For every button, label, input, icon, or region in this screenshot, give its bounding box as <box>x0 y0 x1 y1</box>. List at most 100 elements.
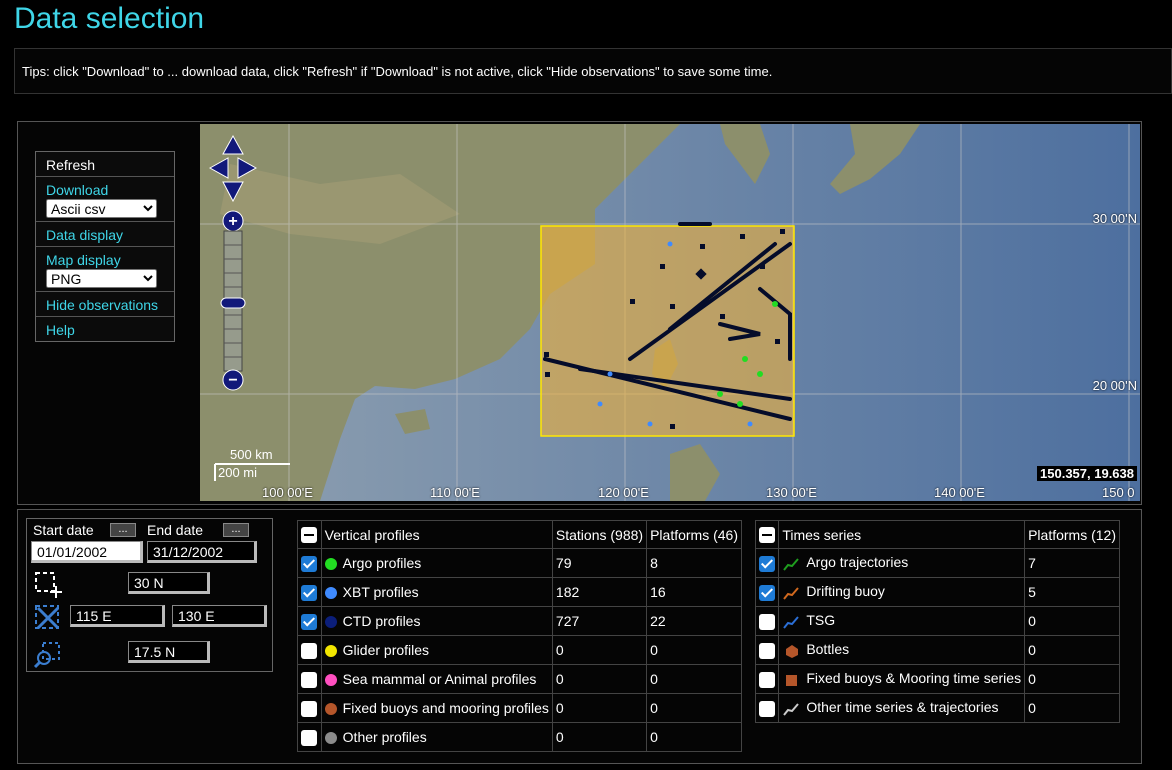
west-bound-input[interactable]: 115 E <box>70 605 165 627</box>
row-label: Fixed buoys & Mooring time series <box>806 670 1022 687</box>
station-marker <box>670 424 675 429</box>
argo-trajectory-icon <box>783 557 800 571</box>
platforms-count: 0 <box>646 664 742 694</box>
lon-label-130: 130 00'E <box>766 485 817 500</box>
row-checkbox[interactable] <box>759 700 776 717</box>
lat-label-20: 20 00'N <box>1092 378 1137 393</box>
lon-label-150: 150 0 <box>1102 485 1135 500</box>
station-marker <box>630 299 635 304</box>
row-label: Other profiles <box>342 729 427 745</box>
map-view[interactable]: + − 500 km 200 mi 30 00'N 20 00'N 100 00… <box>200 124 1140 501</box>
platforms-count: 8 <box>646 548 742 578</box>
svg-text:−: − <box>228 372 237 389</box>
station-marker <box>780 229 785 234</box>
xbt-marker <box>607 371 613 377</box>
platforms-count: 0 <box>1024 635 1120 665</box>
profile-type-dot-icon <box>324 732 337 745</box>
profile-type-dot-icon <box>324 616 337 629</box>
stations-count: 0 <box>551 693 648 723</box>
lon-label-100: 100 00'E <box>262 485 313 500</box>
north-bound-input[interactable]: 30 N <box>128 572 210 594</box>
map-display-button[interactable]: Map display <box>46 252 164 268</box>
station-marker <box>660 264 665 269</box>
zoom-to-area-icon[interactable] <box>33 640 63 670</box>
row-checkbox[interactable] <box>759 613 776 630</box>
profile-type-dot-icon <box>324 645 337 658</box>
row-checkbox[interactable] <box>759 642 776 659</box>
east-bound-input[interactable]: 130 E <box>172 605 267 627</box>
row-checkbox[interactable] <box>301 729 318 746</box>
stations-count: 727 <box>551 606 648 636</box>
end-date-input[interactable]: 31/12/2002 <box>147 541 257 563</box>
svg-text:+: + <box>228 213 237 230</box>
map-menu: Refresh Download Ascii csv Data display … <box>35 151 175 342</box>
timeseries-select-all-checkbox[interactable] <box>759 527 776 544</box>
row-checkbox[interactable] <box>301 700 318 717</box>
map-canvas[interactable]: + − <box>200 124 1140 501</box>
page-title: Data selection <box>14 2 205 35</box>
station-marker <box>775 339 780 344</box>
table-row: TSG 0 <box>754 606 1120 636</box>
platforms-count: 0 <box>646 635 742 665</box>
vertical-select-all-checkbox[interactable] <box>301 527 318 544</box>
platforms-count: 0 <box>1024 664 1120 694</box>
profile-type-dot-icon <box>324 703 337 716</box>
table-row: Fixed buoys and mooring profiles 0 0 <box>297 693 742 723</box>
select-area-icon[interactable] <box>33 570 63 600</box>
platforms-count: 5 <box>1024 577 1120 607</box>
stations-count: 0 <box>551 722 648 752</box>
south-bound-input[interactable]: 17.5 N <box>128 641 210 663</box>
end-date-picker-button[interactable]: ... <box>223 523 249 537</box>
argo-marker <box>742 356 748 362</box>
platforms-count: 0 <box>1024 693 1120 723</box>
row-label: Sea mammal or Animal profiles <box>342 671 537 687</box>
lat-label-30: 30 00'N <box>1092 211 1137 226</box>
profile-type-dot-icon <box>324 674 337 687</box>
argo-marker <box>737 401 743 407</box>
mooring-icon <box>786 674 798 686</box>
row-checkbox[interactable] <box>301 555 318 572</box>
refresh-button[interactable]: Refresh <box>36 152 174 177</box>
row-checkbox[interactable] <box>759 555 776 572</box>
profile-type-dot-icon <box>324 558 337 571</box>
drifting-buoy-icon <box>783 586 800 600</box>
table-row: Other time series & trajectories 0 <box>754 693 1120 723</box>
stations-count: 79 <box>551 548 648 578</box>
download-button[interactable]: Download <box>46 182 164 198</box>
lon-label-140: 140 00'E <box>934 485 985 500</box>
start-date-picker-button[interactable]: ... <box>110 523 136 537</box>
row-checkbox[interactable] <box>301 613 318 630</box>
help-button[interactable]: Help <box>36 317 174 341</box>
row-checkbox[interactable] <box>301 671 318 688</box>
table-row: Fixed buoys & Mooring time series 0 <box>754 664 1120 694</box>
platforms-count: 0 <box>646 693 742 723</box>
row-label: Glider profiles <box>342 642 430 658</box>
zoom-slider-handle <box>220 297 246 309</box>
stations-count: 0 <box>551 664 648 694</box>
clear-area-icon[interactable] <box>33 603 63 633</box>
xbt-marker <box>747 421 753 427</box>
start-date-input[interactable]: 01/01/2002 <box>31 541 143 563</box>
stations-header: Stations (988) <box>551 520 648 549</box>
platforms-count: 0 <box>1024 606 1120 636</box>
row-checkbox[interactable] <box>759 671 776 688</box>
row-checkbox[interactable] <box>301 584 318 601</box>
stations-count: 0 <box>551 635 648 665</box>
vertical-profiles-table: Vertical profiles Stations (988) Platfor… <box>297 520 742 752</box>
download-item: Download Ascii csv <box>36 177 174 222</box>
map-format-select[interactable]: PNG <box>46 269 157 288</box>
table-row: Argo profiles 79 8 <box>297 548 742 578</box>
row-label: Other time series & trajectories <box>806 699 999 716</box>
time-series-table: Times series Platforms (12) Argo traject… <box>754 520 1120 723</box>
hide-observations-button[interactable]: Hide observations <box>36 292 174 317</box>
download-format-select[interactable]: Ascii csv <box>46 199 157 218</box>
station-marker <box>760 264 765 269</box>
data-display-button[interactable]: Data display <box>36 222 174 247</box>
row-checkbox[interactable] <box>759 584 776 601</box>
row-checkbox[interactable] <box>301 642 318 659</box>
platforms-count: 22 <box>646 606 742 636</box>
argo-marker <box>717 391 723 397</box>
lon-label-110: 110 00'E <box>430 485 480 500</box>
row-label: CTD profiles <box>342 613 421 629</box>
row-label: Argo trajectories <box>806 554 909 571</box>
